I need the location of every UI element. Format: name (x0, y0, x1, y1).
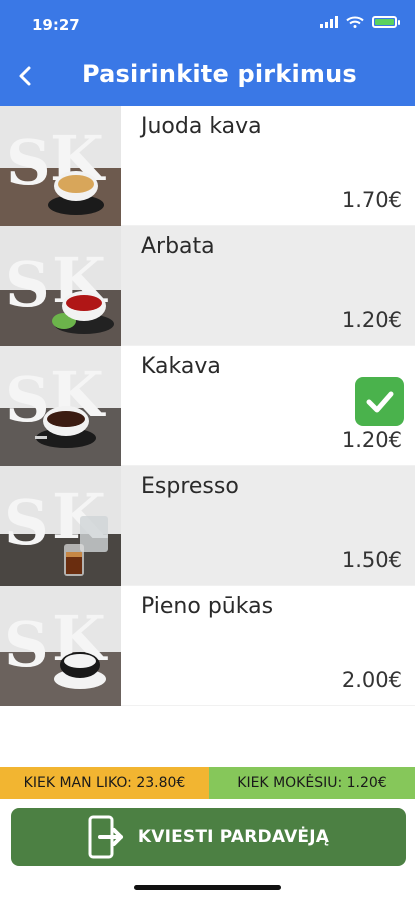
product-item-kakava[interactable]: S K Kakava 1.20€ (0, 346, 415, 466)
back-chevron-icon (19, 66, 31, 86)
product-list: S K Juoda kava 1.70€ S K Arbata 1.20€ S … (0, 106, 415, 706)
product-price: 1.20€ (341, 308, 402, 332)
product-price: 1.70€ (341, 188, 402, 212)
exit-door-icon (88, 815, 123, 859)
svg-text:S: S (4, 608, 49, 681)
status-time: 19:27 (32, 16, 80, 34)
product-name: Espresso (141, 474, 239, 499)
product-name: Arbata (141, 234, 215, 259)
product-image: S K (0, 466, 121, 586)
svg-text:S: S (4, 486, 49, 559)
product-item-juoda-kava[interactable]: S K Juoda kava 1.70€ (0, 106, 415, 226)
battery-icon (372, 16, 400, 28)
product-name: Kakava (141, 354, 221, 379)
product-image: S K (0, 586, 121, 706)
svg-text:S: S (5, 363, 50, 436)
svg-text:S: S (6, 126, 51, 199)
product-image: S K (0, 346, 121, 466)
call-seller-label: KVIESTI PARDAVĖJĄ (137, 827, 330, 847)
product-item-pieno-pukas[interactable]: S K Pieno pūkas 2.00€ (0, 586, 415, 706)
signal-icon (320, 16, 338, 28)
selected-checkmark[interactable] (355, 377, 404, 426)
home-indicator (134, 885, 281, 890)
product-name: Juoda kava (141, 114, 262, 139)
wifi-icon (346, 16, 364, 28)
svg-text:S: S (5, 248, 50, 321)
paying-label: KIEK MOKĖSIU: 1.20€ (209, 767, 415, 799)
back-button[interactable] (10, 58, 40, 94)
product-price: 1.50€ (341, 548, 402, 572)
purchase-screen: 19:27 Pasirinkite pirkimus S K Juoda kav… (0, 0, 415, 900)
product-price: 1.20€ (341, 428, 402, 452)
product-item-espresso[interactable]: S K Espresso 1.50€ (0, 466, 415, 586)
product-name: Pieno pūkas (141, 594, 274, 619)
check-icon (366, 391, 393, 412)
app-header: 19:27 Pasirinkite pirkimus (0, 0, 415, 106)
balance-label: KIEK MAN LIKO: 23.80€ (0, 767, 209, 799)
product-image: S K (0, 226, 121, 346)
product-item-arbata[interactable]: S K Arbata 1.20€ (0, 226, 415, 346)
summary-bar: KIEK MAN LIKO: 23.80€ KIEK MOKĖSIU: 1.20… (0, 767, 415, 799)
status-icons (320, 16, 400, 28)
call-seller-button[interactable]: KVIESTI PARDAVĖJĄ (11, 808, 406, 866)
product-image: S K (0, 106, 121, 226)
product-price: 2.00€ (341, 668, 402, 692)
page-title: Pasirinkite pirkimus (82, 60, 357, 88)
